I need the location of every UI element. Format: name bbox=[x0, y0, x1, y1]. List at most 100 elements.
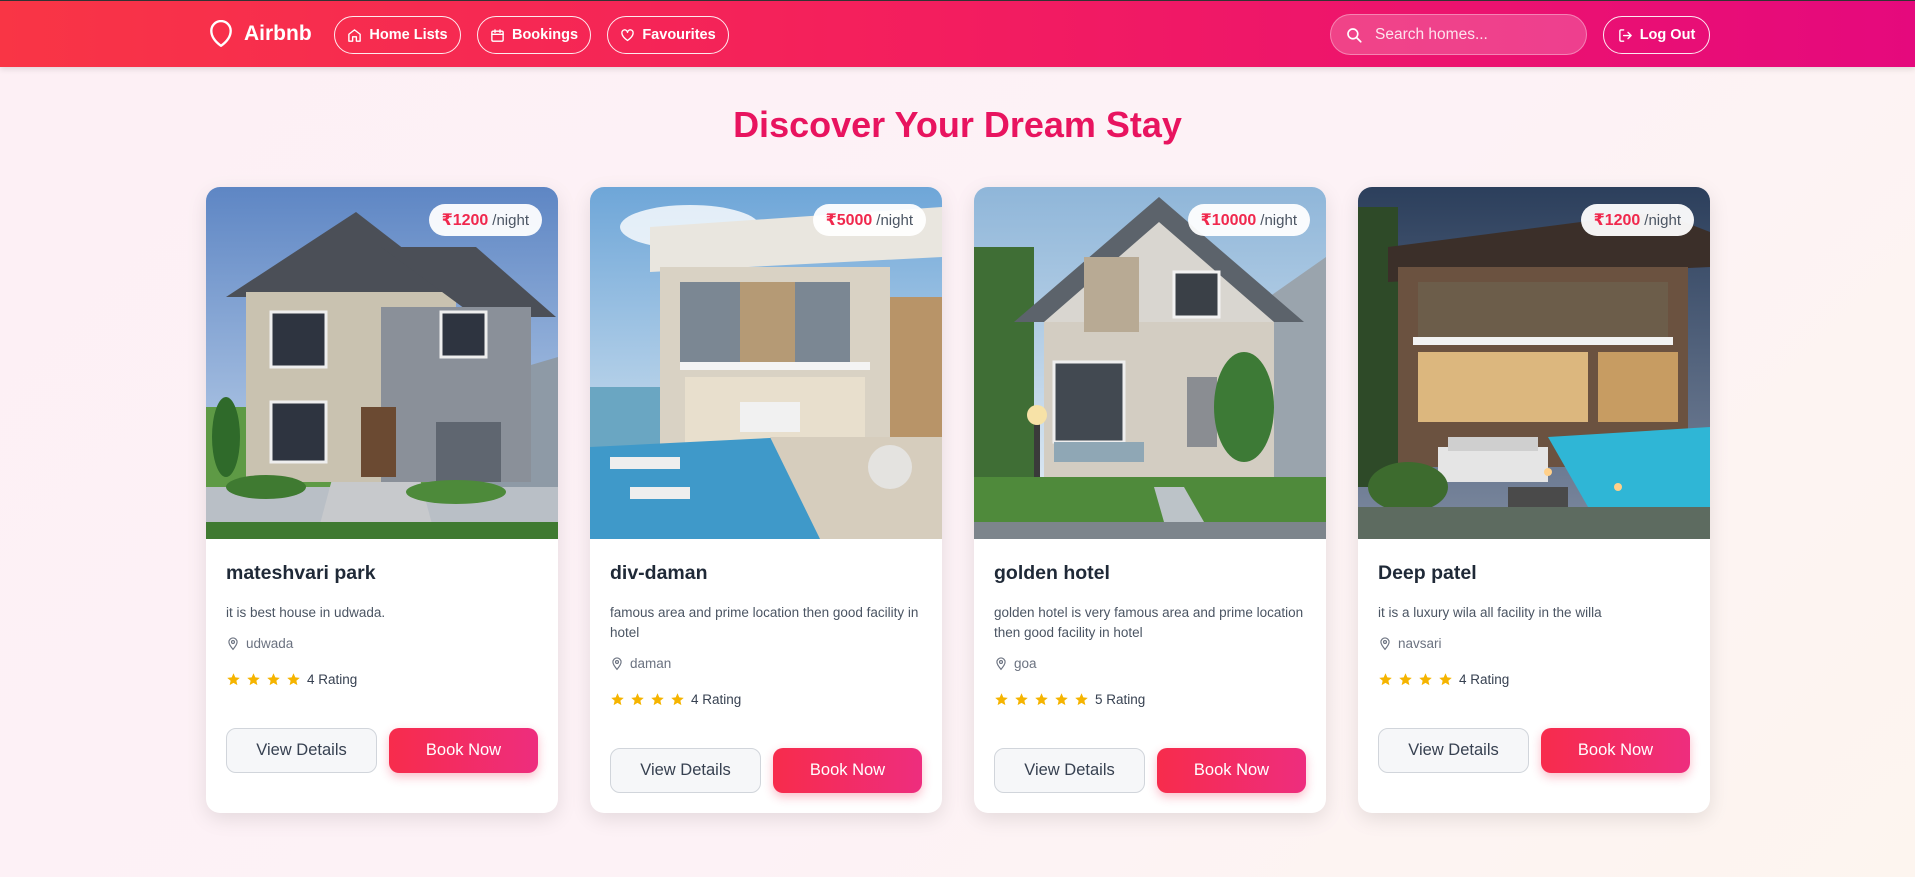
star-icon bbox=[631, 692, 644, 705]
listing-location: udwada bbox=[226, 633, 538, 653]
star-icon bbox=[267, 672, 280, 685]
rating-text: 4 Rating bbox=[307, 671, 358, 687]
listing-image[interactable]: ₹5000 /night bbox=[590, 187, 942, 539]
favourites-label: Favourites bbox=[642, 27, 716, 43]
listing-description: golden hotel is very famous area and pri… bbox=[994, 605, 1304, 640]
listing-location: goa bbox=[994, 653, 1306, 673]
listing-rating: 4 Rating bbox=[1378, 669, 1690, 689]
star-icon bbox=[1419, 672, 1432, 685]
star-rating bbox=[610, 692, 685, 707]
logout-label: Log Out bbox=[1639, 27, 1696, 43]
star-icon bbox=[651, 692, 664, 705]
location-text: daman bbox=[630, 655, 672, 671]
star-icon bbox=[1379, 672, 1392, 685]
star-icon bbox=[1399, 672, 1412, 685]
listing-description: it is best house in udwada. bbox=[226, 605, 386, 620]
price-amount: ₹5000 bbox=[825, 212, 873, 229]
price-badge: ₹1200 /night bbox=[1580, 204, 1694, 236]
listing-card: ₹1200 /night Deep patel it is a luxury w… bbox=[1358, 187, 1710, 813]
listing-title[interactable]: div-daman bbox=[610, 561, 922, 585]
house-photo-image bbox=[206, 187, 558, 539]
view-details-button[interactable]: View Details bbox=[226, 728, 377, 773]
star-icon bbox=[611, 692, 624, 705]
star-rating bbox=[226, 672, 301, 687]
star-icon bbox=[227, 672, 240, 685]
star-icon bbox=[1439, 672, 1452, 685]
star-icon bbox=[1015, 692, 1028, 705]
listing-image[interactable]: ₹10000 /night bbox=[974, 187, 1326, 539]
search-icon bbox=[1347, 27, 1362, 43]
listing-location: navsari bbox=[1378, 633, 1690, 653]
home-icon bbox=[348, 28, 362, 42]
listing-card: ₹5000 /night div-daman famous area and p… bbox=[590, 187, 942, 813]
star-icon bbox=[1055, 692, 1068, 705]
calendar-icon bbox=[491, 28, 504, 42]
map-pin-icon bbox=[612, 656, 622, 670]
star-icon bbox=[671, 692, 684, 705]
price-unit: /night bbox=[876, 211, 913, 229]
brand-logo[interactable]: Airbnb bbox=[208, 18, 312, 50]
listing-card: ₹10000 /night golden hotel golden hotel … bbox=[974, 187, 1326, 813]
star-rating bbox=[994, 692, 1089, 707]
listing-rating: 4 Rating bbox=[610, 689, 922, 709]
view-details-button[interactable]: View Details bbox=[1378, 728, 1529, 773]
location-text: navsari bbox=[1398, 635, 1442, 651]
logout-icon bbox=[1618, 28, 1632, 42]
listing-rating: 4 Rating bbox=[226, 669, 538, 689]
bookings-button[interactable]: Bookings bbox=[477, 16, 591, 54]
map-pin-icon bbox=[1380, 636, 1390, 650]
navbar: Airbnb Home Lists Bookings Favourites Lo… bbox=[0, 0, 1915, 67]
price-amount: ₹1200 bbox=[441, 212, 489, 229]
luxury-villa-photo-image bbox=[1358, 187, 1710, 539]
star-rating bbox=[1378, 672, 1453, 687]
airbnb-logo-icon bbox=[210, 20, 232, 48]
listing-title[interactable]: Deep patel bbox=[1378, 561, 1690, 585]
price-unit: /night bbox=[1260, 211, 1297, 229]
search-box[interactable] bbox=[1330, 14, 1587, 55]
map-pin-icon bbox=[996, 656, 1006, 670]
page-title: Discover Your Dream Stay bbox=[733, 104, 1182, 145]
home-lists-button[interactable]: Home Lists bbox=[334, 16, 461, 54]
book-now-button[interactable]: Book Now bbox=[389, 728, 538, 773]
listing-location: daman bbox=[610, 653, 922, 673]
listing-title[interactable]: mateshvari park bbox=[226, 561, 538, 585]
book-now-button[interactable]: Book Now bbox=[1157, 748, 1306, 793]
view-details-button[interactable]: View Details bbox=[994, 748, 1145, 793]
price-badge: ₹1200 /night bbox=[428, 204, 542, 236]
location-text: goa bbox=[1014, 655, 1037, 671]
brand-name: Airbnb bbox=[244, 22, 312, 45]
star-icon bbox=[287, 672, 300, 685]
price-badge: ₹5000 /night bbox=[812, 204, 926, 236]
price-amount: ₹10000 bbox=[1200, 212, 1257, 229]
price-unit: /night bbox=[1644, 211, 1681, 229]
map-pin-icon bbox=[228, 636, 238, 650]
bookings-label: Bookings bbox=[511, 27, 579, 43]
price-amount: ₹1200 bbox=[1593, 212, 1641, 229]
rating-text: 5 Rating bbox=[1095, 691, 1146, 707]
price-unit: /night bbox=[492, 211, 529, 229]
rating-text: 4 Rating bbox=[1459, 671, 1510, 687]
listing-image[interactable]: ₹1200 /night bbox=[1358, 187, 1710, 539]
book-now-button[interactable]: Book Now bbox=[1541, 728, 1690, 773]
home-lists-label: Home Lists bbox=[369, 27, 448, 43]
search-input[interactable] bbox=[1375, 25, 1575, 44]
star-icon bbox=[995, 692, 1008, 705]
book-now-button[interactable]: Book Now bbox=[773, 748, 922, 793]
heart-icon bbox=[621, 28, 635, 41]
listing-image[interactable]: ₹1200 /night bbox=[206, 187, 558, 539]
listing-description: famous area and prime location then good… bbox=[610, 605, 919, 640]
hotel-photo-image bbox=[974, 187, 1326, 539]
listing-title[interactable]: golden hotel bbox=[994, 561, 1306, 585]
listing-card: ₹1200 /night mateshvari park it is best … bbox=[206, 187, 558, 813]
listing-rating: 5 Rating bbox=[994, 689, 1306, 709]
listing-description: it is a luxury wila all facility in the … bbox=[1378, 605, 1602, 620]
price-badge: ₹10000 /night bbox=[1187, 204, 1310, 236]
view-details-button[interactable]: View Details bbox=[610, 748, 761, 793]
villa-photo-image bbox=[590, 187, 942, 539]
location-text: udwada bbox=[246, 635, 294, 651]
star-icon bbox=[1075, 692, 1088, 705]
favourites-button[interactable]: Favourites bbox=[607, 16, 729, 54]
star-icon bbox=[247, 672, 260, 685]
rating-text: 4 Rating bbox=[691, 691, 742, 707]
logout-button[interactable]: Log Out bbox=[1603, 16, 1710, 54]
